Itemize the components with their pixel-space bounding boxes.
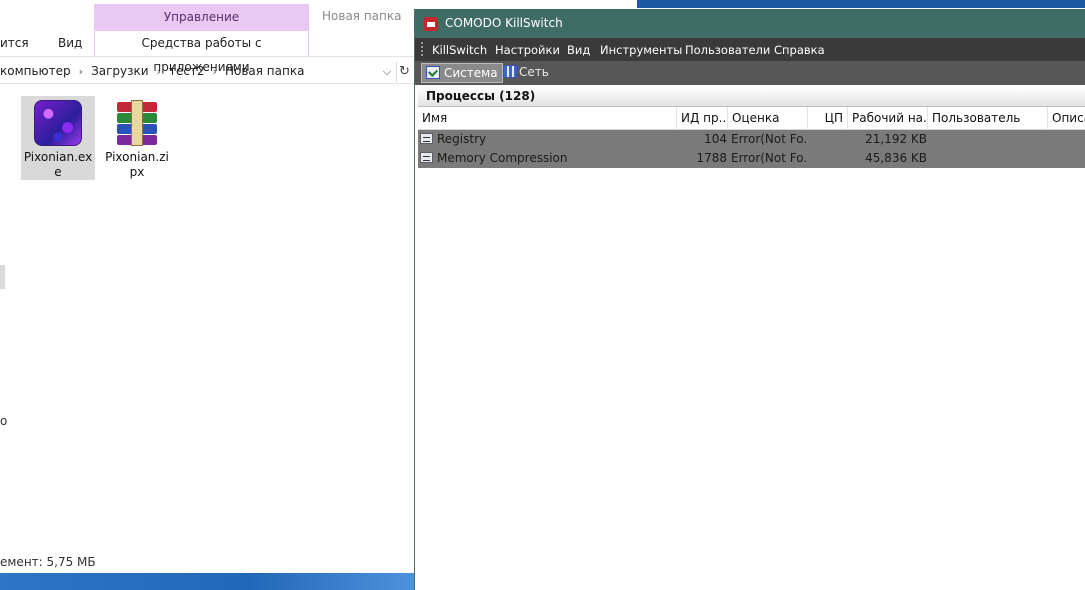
file-item-pixonian-exe[interactable]: Pixonian.ex e <box>21 96 95 180</box>
process-window-icon <box>420 152 433 163</box>
network-icon <box>503 65 517 78</box>
system-tab-label: Система <box>444 66 498 80</box>
breadcrumb-item-computer[interactable]: компьютер <box>0 64 71 78</box>
nav-pane-item-fragment[interactable]: о <box>0 414 7 428</box>
menu-bar: KillSwitch Настройки Вид Инструменты Пол… <box>415 38 1085 61</box>
cell-description <box>1051 130 1085 149</box>
cell-cpu <box>808 149 846 168</box>
explorer-window-title: Новая папка <box>322 9 402 23</box>
ribbon-tab-app-tools[interactable]: Средства работы с приложениями <box>94 31 309 74</box>
cell-cpu <box>808 130 846 149</box>
file-name-line: Pixonian.ex <box>23 150 93 164</box>
file-name-line: px <box>129 165 145 179</box>
cell-working-set: 21,192 KB <box>865 132 927 146</box>
address-bar[interactable]: компьютер › Загрузки › тест2 › Новая папка ⌵ ↻ <box>0 60 415 84</box>
ribbon-tab-view[interactable]: Вид <box>58 36 82 50</box>
menu-tools[interactable]: Инструменты <box>600 43 682 57</box>
menu-users[interactable]: Пользователи <box>685 43 770 57</box>
status-bar-text: емент: 5,75 МБ <box>0 555 96 569</box>
menu-settings[interactable]: Настройки <box>495 43 560 57</box>
column-header-working-set[interactable]: Рабочий на... <box>848 107 928 130</box>
refresh-icon[interactable]: ↻ <box>396 62 412 82</box>
file-name-line: e <box>54 165 62 179</box>
cell-pid: 104 <box>704 132 727 146</box>
exe-app-icon <box>34 100 82 146</box>
processes-header: Процессы (128) <box>418 87 1085 107</box>
table-header: Имя ИД пр... Оценка ЦП Рабочий на... Пол… <box>418 107 1085 130</box>
file-item-pixonian-zipx[interactable]: Pixonian.zi px <box>100 96 174 180</box>
system-check-icon <box>426 66 440 79</box>
cell-rating: Error(Not Fo... <box>731 151 807 165</box>
desktop-background-strip <box>637 0 1085 8</box>
comodo-logo-icon <box>424 17 438 31</box>
cell-working-set: 45,836 KB <box>865 151 927 165</box>
system-tab-button[interactable]: Система <box>421 63 503 83</box>
breadcrumb-item-downloads[interactable]: Загрузки <box>91 64 149 78</box>
chevron-right-icon[interactable]: › <box>79 65 83 78</box>
cell-pid: 1788 <box>696 151 727 165</box>
cell-description <box>1051 149 1085 168</box>
chevron-right-icon[interactable]: › <box>157 65 161 78</box>
ribbon: ится Вид Управление Средства работы с пр… <box>0 0 415 74</box>
chevron-down-icon[interactable]: ⌵ <box>380 63 394 81</box>
cell-process-name: Memory Compression <box>437 151 568 165</box>
cell-rating: Error(Not Fo... <box>731 132 807 146</box>
column-header-cpu[interactable]: ЦП <box>808 107 848 130</box>
ribbon-manage-group[interactable]: Управление <box>94 4 309 31</box>
file-explorer-window: ится Вид Управление Средства работы с пр… <box>0 0 415 590</box>
network-tab-label: Сеть <box>519 65 549 79</box>
process-table: Имя ИД пр... Оценка ЦП Рабочий на... Пол… <box>418 107 1085 168</box>
column-header-rating[interactable]: Оценка <box>728 107 808 130</box>
breadcrumb-item-test2[interactable]: тест2 <box>169 64 205 78</box>
cell-user <box>931 149 1046 168</box>
table-row[interactable]: Memory Compression 1788 Error(Not Fo... … <box>418 149 1085 168</box>
chevron-right-icon[interactable]: › <box>213 65 217 78</box>
ribbon-tab-share[interactable]: ится <box>0 36 29 50</box>
table-row[interactable]: Registry 104 Error(Not Fo... 21,192 KB <box>418 130 1085 149</box>
menu-view[interactable]: Вид <box>567 43 590 57</box>
title-bar[interactable]: COMODO KillSwitch <box>415 9 1085 38</box>
toolbar: Система Сеть <box>415 61 1085 85</box>
breadcrumb: компьютер › Загрузки › тест2 › Новая папка <box>0 64 304 78</box>
killswitch-window: COMODO KillSwitch KillSwitch Настройки В… <box>414 9 1085 590</box>
process-window-icon <box>420 133 433 144</box>
menu-killswitch[interactable]: KillSwitch <box>432 43 487 57</box>
nav-pane-selected-item[interactable] <box>0 265 5 289</box>
column-header-description[interactable]: Описа <box>1048 107 1085 130</box>
archive-strap <box>131 100 143 146</box>
column-header-user[interactable]: Пользователь <box>928 107 1048 130</box>
cell-user <box>931 130 1046 149</box>
breadcrumb-item-new-folder[interactable]: Новая папка <box>225 64 304 78</box>
window-title: COMODO KillSwitch <box>445 16 563 30</box>
column-header-pid[interactable]: ИД пр... <box>677 107 728 130</box>
file-name-line: Pixonian.zi <box>105 150 169 164</box>
network-tab-button[interactable]: Сеть <box>499 63 553 83</box>
winrar-archive-icon <box>113 100 161 146</box>
menu-help[interactable]: Справка <box>774 43 825 57</box>
taskbar[interactable] <box>0 573 415 590</box>
grip-icon[interactable] <box>421 42 424 56</box>
column-header-name[interactable]: Имя <box>418 107 677 130</box>
window-bottom-edge <box>415 585 1085 590</box>
cell-process-name: Registry <box>437 132 487 146</box>
